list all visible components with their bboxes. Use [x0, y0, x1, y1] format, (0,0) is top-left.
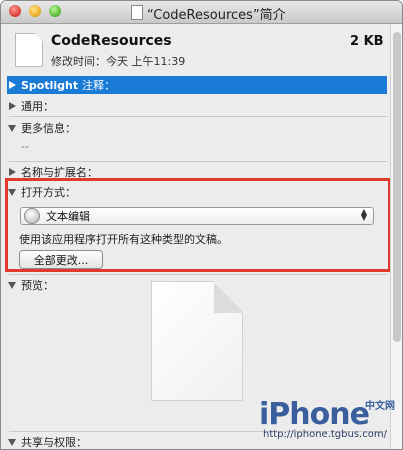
disclosure-triangle-icon[interactable]: [7, 123, 17, 133]
change-all-button[interactable]: 全部更改...: [19, 250, 103, 269]
zoom-window-button[interactable]: [49, 5, 61, 17]
popup-arrows-icon: ▲ ▼: [360, 207, 367, 222]
scrollbar-thumb[interactable]: [393, 32, 401, 342]
vertical-scrollbar[interactable]: [390, 24, 402, 449]
file-modified: 修改时间：今天 上午11:39: [51, 55, 186, 68]
open-with-app-select[interactable]: 文本编辑 ▲ ▼: [20, 207, 374, 225]
disclosure-triangle-icon[interactable]: [7, 80, 17, 90]
file-name: CodeResources: [51, 33, 172, 49]
section-general-label: 通用：: [21, 100, 54, 113]
window-title: “CodeResources”简介: [147, 8, 286, 23]
divider: [9, 274, 387, 275]
watermark-brand: iPhone: [259, 397, 370, 432]
file-size: 2 KB: [350, 34, 384, 49]
section-more-info-label: 更多信息：: [21, 122, 76, 135]
section-sharing-label: 共享与权限：: [21, 436, 87, 449]
section-open-with[interactable]: 打开方式：: [7, 184, 76, 200]
section-general[interactable]: 通用：: [7, 98, 54, 114]
selected-app-name: 文本编辑: [46, 210, 90, 223]
section-spotlight-comments[interactable]: Spotlight 注释：: [7, 76, 387, 94]
watermark-cn: 中文网: [365, 401, 395, 412]
disclosure-triangle-icon[interactable]: [7, 187, 17, 197]
spotlight-label: Spotlight: [21, 78, 79, 92]
open-with-hint: 使用该应用程序打开所有这种类型的文稿。: [19, 233, 228, 246]
divider: [9, 161, 387, 162]
document-icon: [15, 33, 43, 67]
watermark-url: http://iphone.tgbus.com/: [263, 429, 387, 440]
section-preview-label: 预览：: [21, 279, 54, 292]
disclosure-triangle-icon[interactable]: [7, 437, 17, 447]
disclosure-triangle-icon[interactable]: [7, 101, 17, 111]
section-open-with-label: 打开方式：: [21, 186, 76, 199]
title-document-icon: [131, 5, 143, 20]
title-bar: “CodeResources”简介: [1, 1, 402, 24]
disclosure-triangle-icon[interactable]: [7, 167, 17, 177]
section-sharing-permissions[interactable]: 共享与权限：: [7, 434, 87, 449]
spotlight-suffix: 注释：: [82, 79, 116, 92]
close-window-button[interactable]: [9, 5, 21, 17]
section-preview[interactable]: 预览：: [7, 277, 54, 293]
info-window: “CodeResources”简介 CodeResources 2 KB 修改时…: [0, 0, 403, 450]
divider: [9, 116, 387, 117]
text-edit-app-icon: [24, 208, 40, 224]
section-more-info[interactable]: 更多信息：: [7, 120, 76, 136]
more-info-value: --: [21, 140, 29, 153]
minimize-window-button[interactable]: [29, 5, 41, 17]
disclosure-triangle-icon[interactable]: [7, 280, 17, 290]
preview-page-fold: [214, 281, 243, 313]
